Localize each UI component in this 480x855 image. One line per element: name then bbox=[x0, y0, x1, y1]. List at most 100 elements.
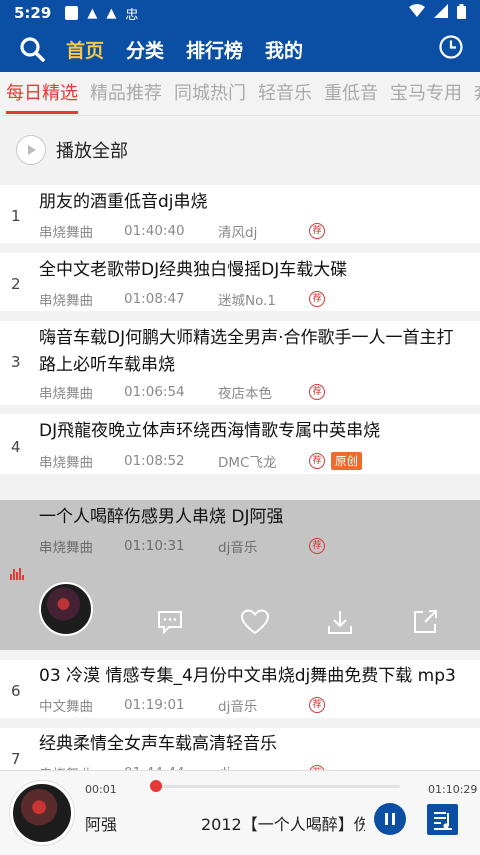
song-title: 嗨音车载DJ何鹏大师精选全男声·合作歌手一人一首主打路上必听车载串烧 bbox=[39, 328, 454, 375]
recommend-badge: 荐 bbox=[309, 697, 325, 713]
pause-icon bbox=[385, 813, 388, 825]
song-number: 7 bbox=[11, 750, 21, 768]
song-number: 4 bbox=[11, 438, 21, 456]
main-nav: 首页 分类 排行榜 我的 bbox=[66, 36, 303, 63]
tab-bmw[interactable]: 宝马专用 bbox=[384, 72, 468, 115]
progress-thumb[interactable] bbox=[150, 780, 162, 792]
song-duration: 01:06:54 bbox=[124, 384, 185, 400]
song-artist: 迷城No.1 bbox=[218, 293, 277, 309]
share-icon bbox=[414, 610, 437, 633]
song-duration: 01:10:31 bbox=[124, 538, 185, 554]
play-all-button[interactable] bbox=[16, 135, 46, 165]
uploader-avatar[interactable] bbox=[39, 582, 93, 636]
song-number: 1 bbox=[11, 207, 21, 225]
song-row-playing[interactable]: 一个人喝醉伤感男人串烧 DJ阿强 串烧舞曲 01:10:31 dj音乐 荐 bbox=[0, 500, 480, 650]
song-row[interactable]: 6 03 冷漠 情感专集_4月份中文串烧dj舞曲免费下载 mp3 中文舞曲 01… bbox=[0, 660, 480, 718]
song-genre: 串烧舞曲 bbox=[39, 455, 93, 471]
now-playing-cover[interactable] bbox=[10, 781, 74, 845]
song-genre: 中文舞曲 bbox=[39, 699, 93, 715]
song-genre: 串烧舞曲 bbox=[39, 540, 93, 556]
marquee-text-head: 2012【一个人喝醉】伤 bbox=[201, 815, 365, 834]
battery-icon bbox=[457, 3, 466, 23]
clock-icon bbox=[439, 35, 463, 59]
category-tabs: 每日精选 精品推荐 同城热门 轻音乐 重低音 宝马专用 奔 bbox=[0, 72, 480, 116]
recommend-badge: 荐 bbox=[309, 538, 325, 554]
app-a-icon: ▲ bbox=[106, 5, 117, 21]
song-duration: 01:19:01 bbox=[124, 697, 185, 713]
total-time: 01:10:29 bbox=[428, 783, 478, 796]
comment-button[interactable] bbox=[152, 604, 188, 640]
song-row[interactable]: 4 DJ飛龍夜晚立体声环绕西海情歌专属中英串烧 串烧舞曲 01:08:52 DM… bbox=[0, 414, 480, 474]
elapsed-time: 00:01 bbox=[85, 783, 117, 796]
progress-track[interactable] bbox=[155, 785, 400, 788]
song-meta: 串烧舞曲 01:08:52 DMC飞龙 荐 原创 bbox=[39, 451, 362, 471]
song-meta: 串烧舞曲 01:08:47 迷城No.1 荐 bbox=[39, 289, 325, 309]
timer-button[interactable] bbox=[438, 34, 464, 64]
play-all-bar[interactable]: 播放全部 bbox=[0, 126, 480, 174]
nav-home[interactable]: 首页 bbox=[66, 36, 104, 63]
status-time: 5:29 bbox=[14, 4, 52, 22]
song-duration: 01:40:40 bbox=[124, 223, 185, 239]
pause-button[interactable] bbox=[374, 803, 406, 835]
song-genre: 串烧舞曲 bbox=[39, 293, 93, 309]
song-duration: 01:08:52 bbox=[124, 453, 185, 469]
nav-ranking[interactable]: 排行榜 bbox=[186, 36, 243, 63]
search-button[interactable] bbox=[16, 33, 48, 65]
song-artist: 清风dj bbox=[218, 225, 258, 241]
song-title: 全中文老歌带DJ经典独白慢摇DJ车载大碟 bbox=[39, 260, 348, 280]
song-meta: 串烧舞曲 01:06:54 夜店本色 荐 bbox=[39, 382, 325, 402]
song-genre: 串烧舞曲 bbox=[39, 225, 93, 241]
tab-local-hot[interactable]: 同城热门 bbox=[168, 72, 252, 115]
play-icon bbox=[28, 145, 36, 155]
tab-more[interactable]: 奔 bbox=[468, 72, 480, 115]
download-icon bbox=[328, 611, 352, 634]
song-row[interactable]: 3 嗨音车载DJ何鹏大师精选全男声·合作歌手一人一首主打路上必听车载串烧 串烧舞… bbox=[0, 321, 480, 405]
song-artist: dj音乐 bbox=[218, 699, 258, 715]
song-genre: 串烧舞曲 bbox=[39, 386, 93, 402]
download-button[interactable] bbox=[322, 604, 358, 640]
song-artist: DMC飞龙 bbox=[218, 455, 277, 471]
song-meta: 串烧舞曲 01:10:31 dj音乐 荐 bbox=[39, 536, 325, 556]
playing-indicator-icon bbox=[10, 568, 24, 580]
app-header: 首页 分类 排行榜 我的 bbox=[0, 26, 480, 72]
song-number: 2 bbox=[11, 275, 21, 293]
mini-player: 00:01 01:10:29 阿强 2012【一个人喝醉】伤 bbox=[0, 770, 480, 855]
favorite-button[interactable] bbox=[237, 604, 273, 640]
now-playing-title[interactable]: 阿强 2012【一个人喝醉】伤 bbox=[85, 811, 365, 835]
song-meta: 中文舞曲 01:19:01 dj音乐 荐 bbox=[39, 695, 325, 715]
recommend-badge: 荐 bbox=[309, 223, 325, 239]
signal-icon bbox=[434, 4, 448, 22]
song-title: 朋友的酒重低音dj串烧 bbox=[39, 192, 208, 212]
app-glyph-icon: 忠 bbox=[125, 7, 139, 23]
heart-icon bbox=[240, 609, 270, 635]
song-duration: 01:08:47 bbox=[124, 291, 185, 307]
tab-daily-picks[interactable]: 每日精选 bbox=[0, 72, 84, 115]
playlist-icon bbox=[433, 811, 452, 830]
recommend-badge: 荐 bbox=[309, 291, 325, 307]
song-title: 一个人喝醉伤感男人串烧 DJ阿强 bbox=[39, 507, 284, 527]
song-number: 6 bbox=[11, 682, 21, 700]
play-all-label: 播放全部 bbox=[56, 141, 128, 162]
nav-category[interactable]: 分类 bbox=[126, 36, 164, 63]
tab-premium[interactable]: 精品推荐 bbox=[84, 72, 168, 115]
playlist-button[interactable] bbox=[427, 804, 458, 835]
marquee-text-tail: 阿强 bbox=[85, 815, 118, 834]
song-row[interactable]: 2 全中文老歌带DJ经典独白慢摇DJ车载大碟 串烧舞曲 01:08:47 迷城N… bbox=[0, 253, 480, 311]
song-artist: 夜店本色 bbox=[218, 386, 272, 402]
search-icon bbox=[20, 37, 45, 62]
song-row[interactable]: 1 朋友的酒重低音dj串烧 串烧舞曲 01:40:40 清风dj 荐 bbox=[0, 185, 480, 243]
song-title: 经典柔情全女声车载高清轻音乐 bbox=[39, 734, 277, 754]
original-tag: 原创 bbox=[331, 452, 362, 470]
status-bar: 5:29 ▲ ▲ 忠 bbox=[0, 0, 480, 26]
wifi-icon bbox=[409, 4, 425, 22]
recommend-badge: 荐 bbox=[309, 384, 325, 400]
tab-light-music[interactable]: 轻音乐 bbox=[252, 72, 318, 115]
song-title: DJ飛龍夜晚立体声环绕西海情歌专属中英串烧 bbox=[39, 421, 381, 441]
share-button[interactable] bbox=[407, 604, 443, 640]
tab-bass[interactable]: 重低音 bbox=[318, 72, 384, 115]
warning-icon: ▲ bbox=[87, 5, 98, 21]
nav-mine[interactable]: 我的 bbox=[265, 36, 303, 63]
comment-icon bbox=[158, 611, 182, 635]
song-number: 3 bbox=[11, 353, 21, 371]
notification-square-icon bbox=[65, 6, 79, 20]
